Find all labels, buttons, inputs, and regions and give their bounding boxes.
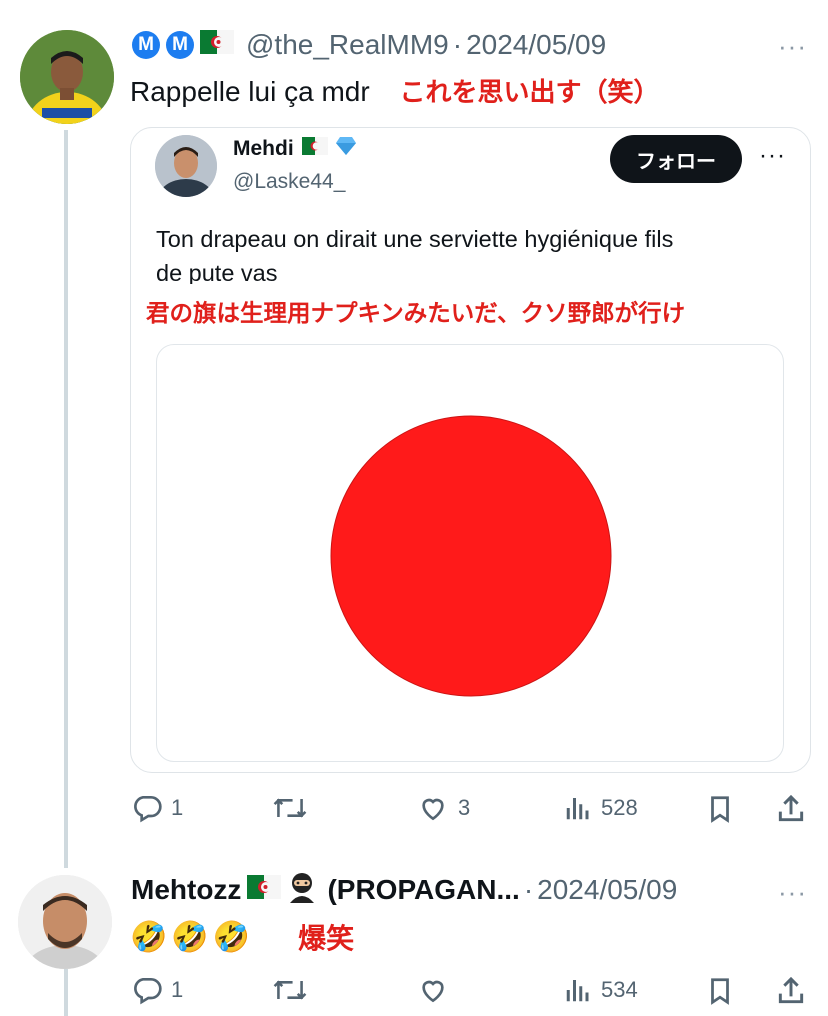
tweet-emojis: 🤣🤣🤣 <box>130 920 255 954</box>
reply-icon <box>134 978 162 1005</box>
retweet-icon <box>273 798 307 818</box>
reply-button[interactable]: 1 <box>131 792 183 824</box>
reply-count: 1 <box>171 977 184 1002</box>
views-count: 534 <box>601 977 638 1002</box>
algeria-flag-icon <box>247 874 282 906</box>
views-icon <box>566 798 589 820</box>
reply-button[interactable]: 1 <box>131 974 183 1006</box>
more-options-button[interactable]: ··· <box>778 31 807 62</box>
thread-line <box>64 130 68 868</box>
tweet-text-row: Rappelle lui ça mdr これを思い出す（笑） <box>130 72 659 109</box>
like-icon <box>422 980 444 1003</box>
diamond-icon <box>334 136 358 162</box>
quote-translation: 君の旗は生理用ナプキンみたいだ、クソ野郎が行け <box>146 300 686 326</box>
tweet-text-row: 🤣🤣🤣 爆笑 <box>130 917 354 957</box>
like-button[interactable] <box>416 974 458 1006</box>
algeria-flag-icon <box>200 29 234 61</box>
user-name[interactable]: Mehtozz <box>131 874 241 906</box>
follow-button[interactable]: フォロー <box>610 135 742 183</box>
share-icon <box>778 794 804 822</box>
quote-media-image[interactable] <box>156 344 784 762</box>
ninja-icon <box>287 871 317 910</box>
like-count: 3 <box>458 795 471 820</box>
more-options-button[interactable]: ··· <box>778 877 807 908</box>
verified-icon: M <box>132 31 160 59</box>
tweet-text: Rappelle lui ça mdr <box>130 76 370 107</box>
bookmark-icon <box>711 796 729 823</box>
quote-user-name[interactable]: Mehdi <box>233 137 294 161</box>
tweet-date[interactable]: 2024/05/09 <box>537 874 677 906</box>
avatar[interactable] <box>18 875 112 969</box>
quote-name-row: Mehdi <box>233 136 358 162</box>
retweet-button[interactable] <box>272 974 316 1006</box>
views-count: 528 <box>601 795 638 820</box>
quote-more-options-button[interactable]: ··· <box>759 142 786 170</box>
quote-text-line-2: de pute vas <box>156 260 278 284</box>
japan-flag-image <box>330 415 612 697</box>
like-icon <box>422 798 444 821</box>
reply-icon <box>134 796 162 823</box>
user-handle[interactable]: @the_RealMM9 <box>246 29 449 61</box>
verified-icon: M <box>166 31 194 59</box>
quote-user-handle[interactable]: @Laske44_ <box>233 170 345 194</box>
thread-line-bottom <box>64 965 68 1016</box>
tweet-header: Mehtozz (PROPAGAN... · 2024/05/09 <box>131 872 677 908</box>
tweet-translation: 爆笑 <box>298 923 355 954</box>
tweet-date[interactable]: 2024/05/09 <box>466 29 606 61</box>
views-icon <box>566 980 589 1002</box>
like-button[interactable]: 3 <box>416 792 470 824</box>
bookmark-icon <box>711 978 729 1005</box>
quote-text-line-1: Ton drapeau on dirait une serviette hygi… <box>156 226 674 252</box>
algeria-flag-icon <box>301 137 328 161</box>
retweet-icon <box>273 980 307 1000</box>
separator: · <box>452 29 463 60</box>
separator: · <box>523 874 534 905</box>
bookmark-button[interactable] <box>705 792 735 826</box>
user-name-suffix[interactable]: (PROPAGAN... <box>327 874 519 906</box>
quote-text-line-2-text: de pute vas <box>156 260 278 284</box>
quoted-tweet-card[interactable]: Mehdi @Laske44_ フォロー ··· Ton drapeau on … <box>130 127 811 773</box>
share-icon <box>778 976 804 1004</box>
views-button[interactable]: 534 <box>563 974 638 1006</box>
bookmark-button[interactable] <box>705 974 735 1008</box>
tweet-translation: これを思い出す（笑） <box>399 77 660 107</box>
reply-count: 1 <box>171 795 184 820</box>
retweet-button[interactable] <box>272 792 316 824</box>
share-button[interactable] <box>775 792 807 826</box>
avatar[interactable] <box>20 30 114 124</box>
share-button[interactable] <box>775 974 807 1008</box>
views-button[interactable]: 528 <box>563 792 638 824</box>
tweet-header: M M @the_RealMM9 · 2024/05/09 <box>132 27 606 63</box>
quote-avatar[interactable] <box>155 135 217 197</box>
